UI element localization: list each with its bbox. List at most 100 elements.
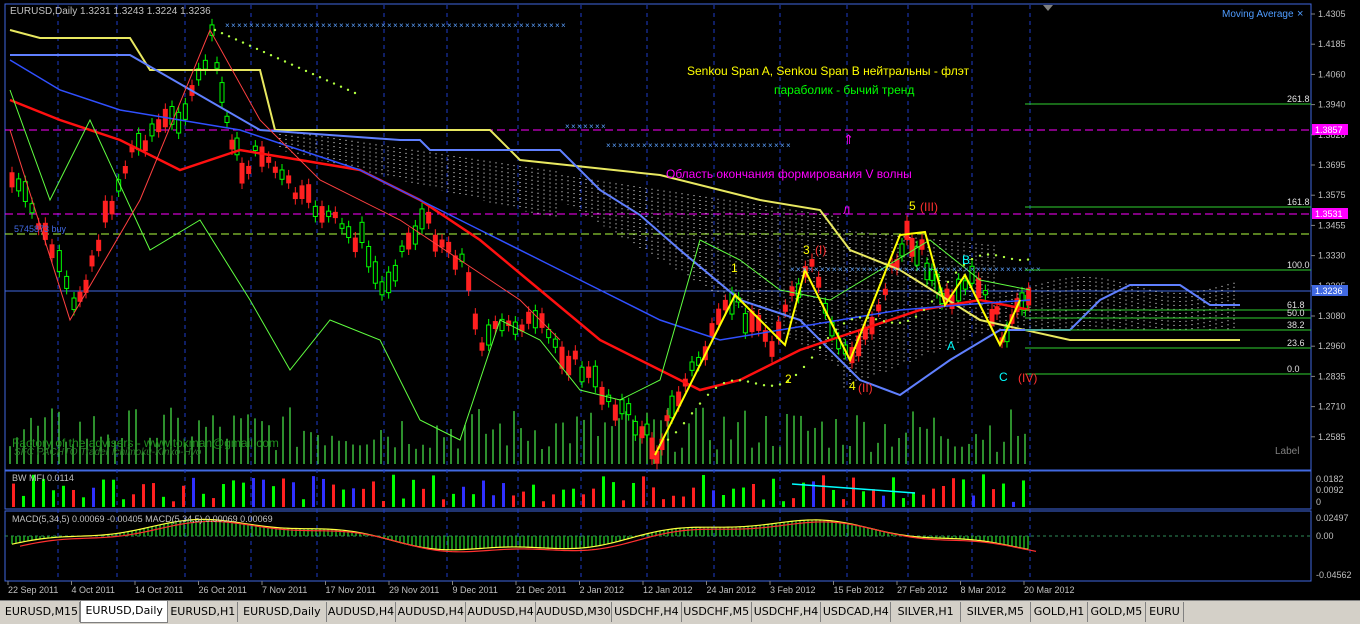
time-tick-label: 2 Jan 2012: [580, 585, 625, 595]
sar-dot: [882, 320, 886, 323]
chart-tab[interactable]: EURUSD,M15: [4, 602, 80, 622]
candle-body: [71, 297, 77, 311]
candle-body: [386, 271, 392, 294]
candle-body: [102, 200, 108, 223]
chart-tab[interactable]: EURUSD,H1: [168, 602, 239, 622]
ichimoku-cross: ×: [844, 265, 849, 274]
candle-body: [619, 399, 625, 415]
ichimoku-cross: ×: [249, 21, 254, 30]
mfi-bar: [772, 478, 775, 507]
mfi-bar: [622, 500, 625, 507]
ichimoku-cross: ×: [489, 21, 494, 30]
order-label[interactable]: 5745873 buy: [14, 224, 67, 234]
macd-axis-bottom: -0.04562: [1316, 570, 1352, 580]
mfi-bar: [932, 488, 935, 507]
sar-dot: [930, 300, 934, 303]
candle-body: [982, 290, 988, 296]
chart-tab[interactable]: AUDUSD,H4: [396, 602, 467, 622]
ichimoku-cross: ×: [477, 21, 482, 30]
ichimoku-cross: ×: [786, 141, 791, 150]
ichimoku-cross: ×: [267, 21, 272, 30]
close-icon[interactable]: ×: [1297, 8, 1303, 20]
chart-tab[interactable]: USDCHF,M5: [682, 602, 752, 622]
price-tick-label: 1.4060: [1318, 69, 1346, 79]
sar-dot: [332, 82, 336, 85]
ichimoku-cross: ×: [618, 141, 623, 150]
candle-body: [412, 225, 418, 245]
wave-5-label: 5: [909, 199, 916, 213]
ichimoku-cross: ×: [756, 141, 761, 150]
mfi-bar: [612, 482, 615, 507]
candle-body: [716, 308, 722, 325]
chart-tab[interactable]: USDCHF,H4: [612, 602, 682, 622]
ichimoku-cross: ×: [820, 265, 825, 274]
ichimoku-cross: ×: [880, 265, 885, 274]
candle-body: [202, 59, 208, 70]
ichimoku-cross: ×: [946, 265, 951, 274]
mfi-bar: [502, 483, 505, 507]
sar-dot: [746, 380, 750, 383]
ichimoku-cross: ×: [654, 141, 659, 150]
indicator-name[interactable]: Moving Average: [1222, 9, 1294, 20]
mfi-bar: [382, 501, 385, 507]
candle-body: [252, 145, 258, 151]
ichimoku-cross: ×: [543, 21, 548, 30]
ichimoku-cross: ×: [850, 265, 855, 274]
time-tick-label: 17 Nov 2011: [326, 585, 376, 595]
mfi-bar: [402, 498, 405, 507]
ichimoku-cross: ×: [435, 21, 440, 30]
mfi-bar: [1002, 483, 1005, 507]
mfi-bar: [762, 499, 765, 507]
sar-dot: [778, 383, 782, 386]
candle-body: [446, 241, 452, 253]
candle-body: [292, 192, 298, 200]
chart-tab[interactable]: AUDUSD,M30: [536, 602, 612, 622]
ichimoku-cross: ×: [1018, 265, 1023, 274]
chart-tab[interactable]: SILVER,M5: [961, 602, 1031, 622]
candle-body: [109, 200, 115, 215]
red-wave-line: [9, 28, 561, 341]
chart-window[interactable]: × × × × × × × × × × × × × × × × × × × × × × × × × × × × × × × × × × × × × × × ×…: [0, 0, 1360, 600]
wave-IV-label: (IV): [1018, 371, 1037, 385]
fibo-label: 50.0: [1287, 308, 1305, 318]
sar-dot: [858, 316, 862, 319]
price-tick-label: 1.3695: [1318, 160, 1346, 170]
chart-tab[interactable]: USDCAD,H4: [821, 602, 892, 622]
chart-tab[interactable]: GOLD,H1: [1031, 602, 1089, 622]
chart-tab[interactable]: USDCHF,H4: [752, 602, 822, 622]
candle-body: [326, 210, 332, 218]
chart-tab[interactable]: GOLD,M5: [1088, 602, 1146, 622]
scroll-shift-icon[interactable]: [1043, 5, 1053, 11]
mfi-bar: [442, 499, 445, 507]
moving-average-blue: [9, 59, 1031, 341]
chart-tab[interactable]: AUDUSD,H4: [327, 602, 397, 622]
ichimoku-cross: ×: [856, 265, 861, 274]
ichimoku-cross: ×: [303, 21, 308, 30]
sar-dot: [255, 47, 259, 51]
sar-dot: [906, 319, 910, 323]
ichimoku-cross: ×: [261, 21, 266, 30]
mfi-bar: [872, 489, 875, 507]
ichimoku-cross: ×: [531, 21, 536, 30]
ichimoku-cross: ×: [405, 21, 410, 30]
chart-canvas[interactable]: × × × × × × × × × × × × × × × × × × × × × × × × × × × × × × × × × × × × × × × ×…: [0, 0, 1360, 600]
ichimoku-cross: ×: [471, 21, 476, 30]
chart-tab[interactable]: EURUSD,Daily: [80, 601, 169, 623]
chart-tab[interactable]: EURU: [1146, 602, 1185, 622]
candle-body: [644, 423, 650, 436]
sar-dot: [770, 384, 774, 387]
price-tick-label: 1.4305: [1318, 9, 1346, 19]
mfi-bar: [902, 498, 905, 507]
chart-tab[interactable]: EURUSD,Daily: [238, 602, 327, 622]
ichimoku-cross: ×: [423, 21, 428, 30]
sar-dot: [834, 328, 838, 331]
wave-zone-annotation: Область окончания формирования V волны: [666, 167, 912, 181]
sar-dot: [325, 79, 329, 82]
chart-tab[interactable]: AUDUSD,H4: [466, 602, 536, 622]
price-tick-label: 1.2585: [1318, 432, 1346, 442]
ichimoku-cross: ×: [744, 141, 749, 150]
ichimoku-cross: ×: [988, 265, 993, 274]
chart-tab[interactable]: SILVER,H1: [891, 602, 961, 622]
mfi-bar: [792, 498, 795, 507]
fibo-label: 261.8: [1287, 94, 1310, 104]
